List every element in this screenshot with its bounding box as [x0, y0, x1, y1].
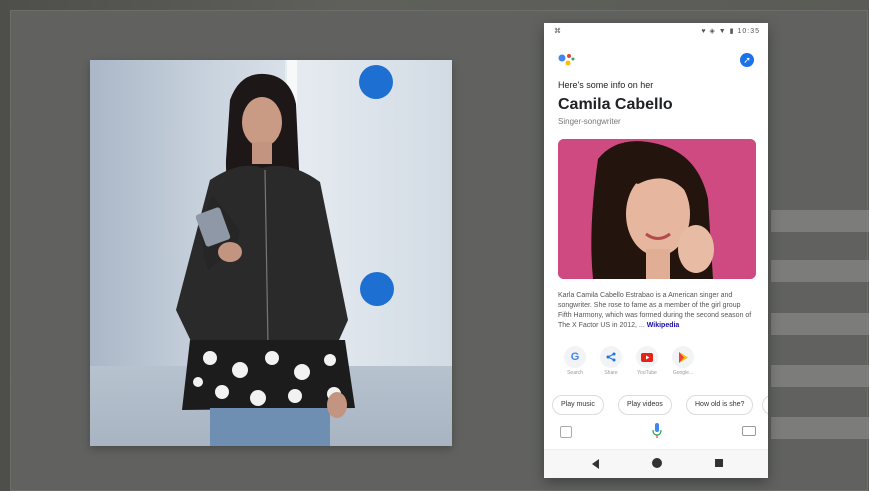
result-image[interactable] — [558, 139, 756, 279]
decorative-stripe — [771, 417, 869, 439]
action-search[interactable]: G Search — [558, 346, 592, 376]
android-nav-bar — [544, 449, 768, 478]
status-left: ⌘ — [554, 28, 561, 35]
phone-screen: ⌘ ♥ ◈ ▼ ▮ 10:35 ➚ Here's some info on he… — [544, 23, 768, 478]
portrait-photo — [558, 139, 756, 279]
youtube-icon — [636, 346, 658, 368]
decorative-stripe — [771, 313, 869, 335]
decorative-stripe — [771, 260, 869, 282]
result-description: Karla Camila Cabello Estrabao is a Ameri… — [558, 291, 754, 331]
wikipedia-link[interactable]: Wikipedia — [647, 322, 680, 329]
action-youtube[interactable]: YouTube — [630, 346, 664, 376]
google-assistant-icon — [558, 54, 575, 66]
home-icon[interactable] — [652, 458, 662, 468]
action-label: YouTube — [637, 370, 657, 376]
suggestion-chips: Play music Play videos How old is she? P — [552, 395, 768, 415]
google-g-icon: G — [564, 346, 586, 368]
status-bar: ⌘ ♥ ◈ ▼ ▮ 10:35 — [544, 23, 768, 39]
lens-icon[interactable] — [560, 426, 572, 438]
keyboard-icon[interactable] — [742, 426, 756, 436]
stage-photo — [90, 60, 452, 446]
chip-overflow[interactable]: P — [762, 395, 768, 415]
result-subtitle: Singer-songwriter — [558, 117, 621, 126]
chip-how-old[interactable]: How old is she? — [686, 395, 754, 415]
status-right: ♥ ◈ ▼ ▮ 10:35 — [701, 28, 760, 35]
action-label: Share — [604, 370, 618, 376]
recents-icon[interactable] — [715, 459, 723, 467]
explore-icon[interactable]: ➚ — [740, 53, 754, 67]
action-label: Google... — [672, 370, 694, 376]
back-icon[interactable] — [592, 459, 599, 469]
decorative-stripe — [771, 210, 869, 232]
presenter-figure — [176, 73, 355, 446]
action-google-play[interactable]: Google... — [666, 346, 700, 376]
assistant-input-bar — [544, 421, 768, 441]
action-label: Search — [567, 370, 583, 376]
chip-play-music[interactable]: Play music — [552, 395, 604, 415]
chip-play-videos[interactable]: Play videos — [618, 395, 672, 415]
share-icon — [600, 346, 622, 368]
action-row: G Search Share YouTube Google... — [558, 346, 708, 380]
assistant-prompt: Here's some info on her — [558, 80, 654, 90]
result-title: Camila Cabello — [558, 96, 673, 113]
action-share[interactable]: Share — [594, 346, 628, 376]
play-store-icon — [672, 346, 694, 368]
microphone-icon[interactable] — [652, 423, 662, 439]
decorative-stripe — [771, 365, 869, 387]
